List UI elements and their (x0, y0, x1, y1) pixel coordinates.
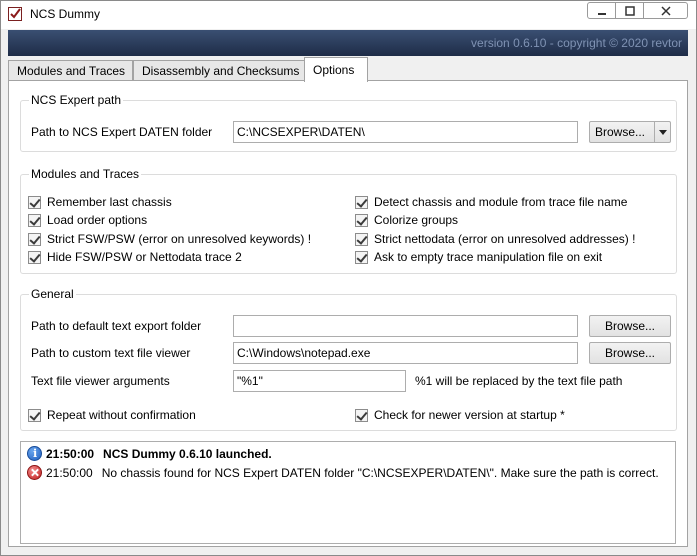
checkbox-label: Strict FSW/PSW (error on unresolved keyw… (47, 232, 312, 246)
browse-split-button[interactable]: Browse... (589, 121, 671, 143)
ncs-expert-group: NCS Expert path Path to NCS Expert DATEN… (20, 93, 677, 152)
checkbox-label: Load order options (47, 213, 148, 227)
checkbox-label: Ask to empty trace manipulation file on … (374, 250, 603, 264)
options-panel: NCS Expert path Path to NCS Expert DATEN… (8, 80, 688, 547)
checkbox-label: Detect chassis and module from trace fil… (374, 195, 628, 209)
tab-disassembly-and-checksums[interactable]: Disassembly and Checksums (133, 60, 305, 81)
checkbox-label: Remember last chassis (47, 195, 172, 209)
checkbox-label: Repeat without confirmation (47, 408, 196, 422)
load-order-options-checkbox[interactable]: Load order options (28, 213, 147, 227)
minimize-icon (597, 12, 606, 15)
maximize-button[interactable] (615, 2, 644, 19)
checkbox-label: Strict nettodata (error on unresolved ad… (374, 232, 636, 246)
modules-traces-group: Modules and Traces Remember last chassis… (20, 167, 677, 274)
export-folder-label: Path to default text export folder (31, 319, 202, 333)
viewer-args-hint: %1 will be replaced by the text file pat… (415, 374, 623, 388)
check-icon (355, 213, 368, 227)
daten-folder-label: Path to NCS Expert DATEN folder (31, 125, 213, 139)
check-newer-version-checkbox[interactable]: Check for newer version at startup * (355, 408, 565, 422)
title-bar[interactable]: NCS Dummy (1, 1, 696, 29)
chevron-down-icon[interactable] (654, 122, 670, 142)
check-icon (355, 408, 368, 422)
hide-fsw-psw-checkbox[interactable]: Hide FSW/PSW or Nettodata trace 2 (28, 250, 242, 264)
colorize-groups-checkbox[interactable]: Colorize groups (355, 213, 458, 227)
close-button[interactable] (643, 2, 688, 19)
group-title: General (29, 287, 76, 301)
check-icon (355, 195, 368, 209)
log-entry-info: 21:50:00 NCS Dummy 0.6.10 launched. (27, 446, 272, 461)
strict-nettodata-checkbox[interactable]: Strict nettodata (error on unresolved ad… (355, 232, 635, 246)
checkbox-label: Hide FSW/PSW or Nettodata trace 2 (47, 250, 242, 264)
group-title: NCS Expert path (29, 93, 124, 107)
maximize-icon (624, 5, 635, 16)
check-icon (355, 250, 368, 264)
check-icon (28, 250, 41, 264)
text-viewer-label: Path to custom text file viewer (31, 346, 191, 360)
close-icon (660, 5, 671, 16)
minimize-button[interactable] (587, 2, 616, 19)
viewer-browse-button[interactable]: Browse... (589, 342, 671, 364)
app-checkbox-icon (8, 7, 22, 21)
log-entry-error: 21:50:00 No chassis found for NCS Expert… (27, 465, 659, 480)
check-icon (355, 232, 368, 246)
tab-strip: Modules and Traces Disassembly and Check… (8, 57, 688, 82)
strict-fsw-psw-checkbox[interactable]: Strict FSW/PSW (error on unresolved keyw… (28, 232, 311, 246)
text-viewer-input[interactable]: C:\Windows\notepad.exe (233, 342, 578, 364)
remember-last-chassis-checkbox[interactable]: Remember last chassis (28, 195, 172, 209)
log-message: NCS Dummy 0.6.10 launched. (103, 446, 272, 461)
export-folder-input[interactable] (233, 315, 578, 337)
browse-label: Browse... (595, 125, 646, 139)
checkbox-label: Colorize groups (374, 213, 459, 227)
check-icon (28, 213, 41, 227)
log-time: 21:50:00 (46, 446, 95, 461)
ask-empty-trace-checkbox[interactable]: Ask to empty trace manipulation file on … (355, 250, 602, 264)
log-list[interactable]: 21:50:00 NCS Dummy 0.6.10 launched. 21:5… (20, 441, 676, 544)
info-icon (27, 446, 42, 461)
group-title: Modules and Traces (29, 167, 142, 181)
tab-modules-and-traces[interactable]: Modules and Traces (8, 60, 133, 81)
log-time: 21:50:00 (46, 465, 93, 480)
version-text: version 0.6.10 - copyright © 2020 revtor (471, 36, 682, 50)
daten-folder-input[interactable]: C:\NCSEXPER\DATEN\ (233, 121, 578, 143)
check-icon (28, 408, 41, 422)
version-banner: version 0.6.10 - copyright © 2020 revtor (8, 30, 688, 56)
check-icon (28, 195, 41, 209)
export-browse-button[interactable]: Browse... (589, 315, 671, 337)
app-window: NCS Dummy version 0.6.10 - copyright © 2… (0, 0, 697, 556)
detect-chassis-checkbox[interactable]: Detect chassis and module from trace fil… (355, 195, 627, 209)
viewer-args-label: Text file viewer arguments (31, 374, 170, 388)
log-message: No chassis found for NCS Expert DATEN fo… (101, 465, 659, 480)
error-icon (27, 465, 42, 480)
tab-options[interactable]: Options (304, 57, 368, 82)
window-title: NCS Dummy (30, 7, 101, 21)
check-icon (28, 232, 41, 246)
general-group: General Path to default text export fold… (20, 287, 677, 431)
viewer-args-input[interactable]: "%1" (233, 370, 406, 392)
repeat-without-confirmation-checkbox[interactable]: Repeat without confirmation (28, 408, 196, 422)
checkbox-label: Check for newer version at startup * (374, 408, 565, 422)
